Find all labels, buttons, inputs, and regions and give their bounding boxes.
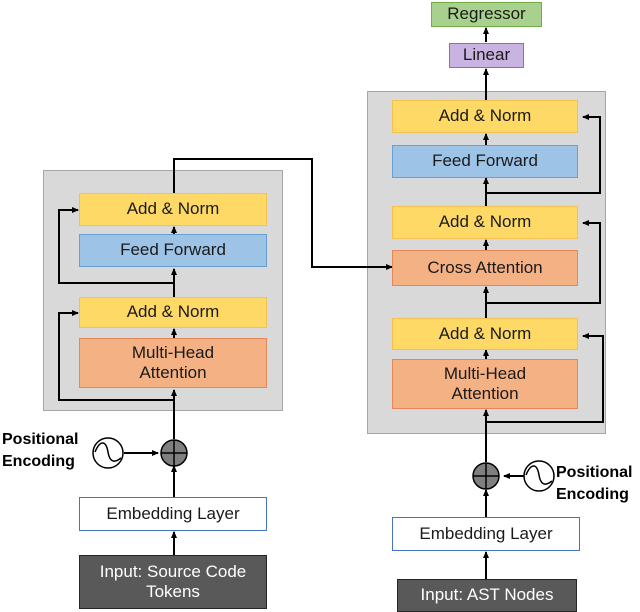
dec-feed-forward: Feed Forward — [392, 145, 578, 178]
dec-regressor: Regressor — [431, 2, 542, 27]
dec-add-norm-bottom: Add & Norm — [392, 318, 578, 350]
enc-sine-wave-icon — [92, 437, 124, 469]
dec-add-operator-icon — [472, 462, 500, 490]
enc-embedding-layer: Embedding Layer — [79, 497, 267, 531]
enc-feed-forward: Feed Forward — [79, 234, 267, 267]
dec-sine-wave-icon — [523, 460, 555, 492]
enc-positional-encoding-label: Positional Encoding — [2, 431, 79, 470]
dec-positional-encoding-label: Positional Encoding — [556, 464, 633, 503]
dec-add-norm-mid: Add & Norm — [392, 206, 578, 239]
enc-add-operator-icon — [160, 439, 188, 467]
dec-add-norm-top: Add & Norm — [392, 100, 578, 133]
dec-multi-head-attention: Multi-Head Attention — [392, 359, 578, 409]
enc-multi-head-attention: Multi-Head Attention — [79, 338, 267, 388]
enc-add-norm-bottom: Add & Norm — [79, 297, 267, 328]
dec-cross-attention: Cross Attention — [392, 250, 578, 286]
dec-embedding-layer: Embedding Layer — [392, 517, 580, 551]
enc-add-norm-top: Add & Norm — [79, 193, 267, 226]
dec-input-ast-nodes: Input: AST Nodes — [397, 579, 577, 612]
enc-input-source-code-tokens: Input: Source Code Tokens — [79, 555, 267, 609]
dec-linear: Linear — [449, 43, 524, 68]
